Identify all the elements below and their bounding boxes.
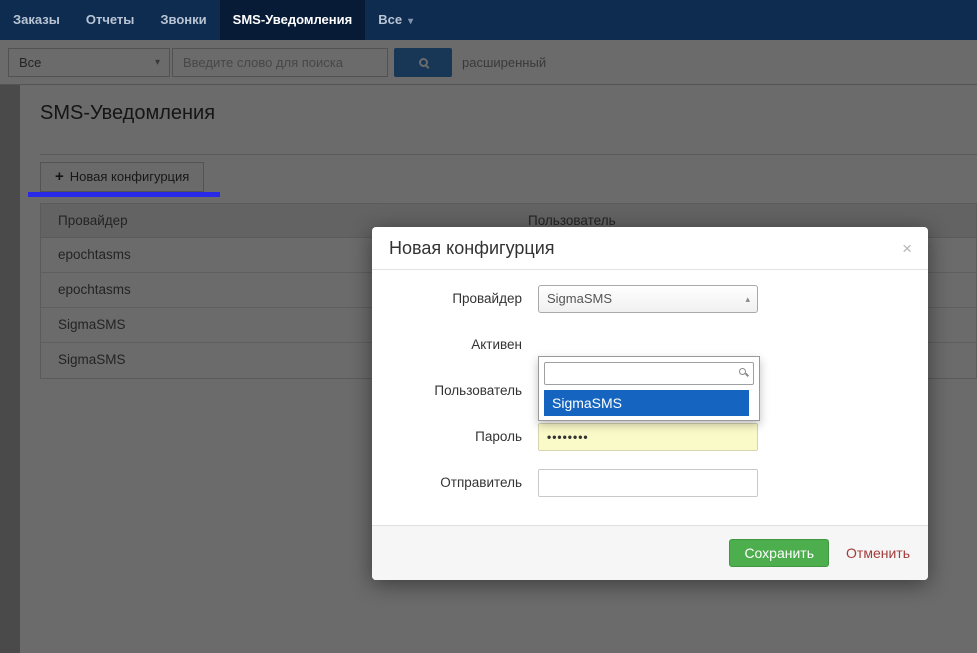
modal-footer: Сохранить Отменить [372, 525, 928, 580]
top-navbar: Заказы Отчеты Звонки SMS-Уведомления Все… [0, 0, 977, 40]
annotation-underline [28, 192, 220, 197]
cancel-link[interactable]: Отменить [846, 545, 910, 561]
new-configuration-modal: Новая конфигурция × Провайдер SigmaSMS ▴… [372, 227, 928, 580]
modal-body: Провайдер SigmaSMS ▴ Активен Пользовател… [372, 270, 928, 497]
password-label: Пароль [372, 423, 522, 451]
app-window: Заказы Отчеты Звонки SMS-Уведомления Все… [0, 0, 977, 653]
chevron-down-icon: ▾ [408, 16, 413, 27]
user-label: Пользователь [372, 377, 522, 405]
save-button[interactable]: Сохранить [729, 539, 829, 567]
active-label: Активен [372, 331, 522, 359]
search-icon [739, 368, 746, 375]
sender-input[interactable] [538, 469, 758, 497]
nav-tab-sms-notifications[interactable]: SMS-Уведомления [220, 0, 366, 40]
provider-select[interactable]: SigmaSMS ▴ [538, 285, 758, 313]
provider-dropdown-panel: SigmaSMS [538, 356, 760, 421]
chevron-up-icon: ▴ [745, 285, 750, 313]
dropdown-search-input[interactable] [544, 362, 754, 385]
nav-tab-all-menu[interactable]: Все ▾ [365, 0, 426, 40]
modal-title: Новая конфигурция [372, 227, 928, 270]
nav-tab-reports[interactable]: Отчеты [73, 0, 148, 40]
nav-tab-orders[interactable]: Заказы [0, 0, 73, 40]
modal-header: Новая конфигурция × [372, 227, 928, 270]
provider-label: Провайдер [372, 285, 522, 313]
nav-tab-all-label: Все [378, 12, 402, 27]
sender-label: Отправитель [372, 469, 522, 497]
dropdown-option-sigmasms[interactable]: SigmaSMS [544, 390, 749, 416]
password-input[interactable] [538, 423, 758, 451]
close-icon[interactable]: × [902, 227, 912, 270]
provider-select-value: SigmaSMS [547, 291, 612, 306]
nav-tab-calls[interactable]: Звонки [147, 0, 219, 40]
